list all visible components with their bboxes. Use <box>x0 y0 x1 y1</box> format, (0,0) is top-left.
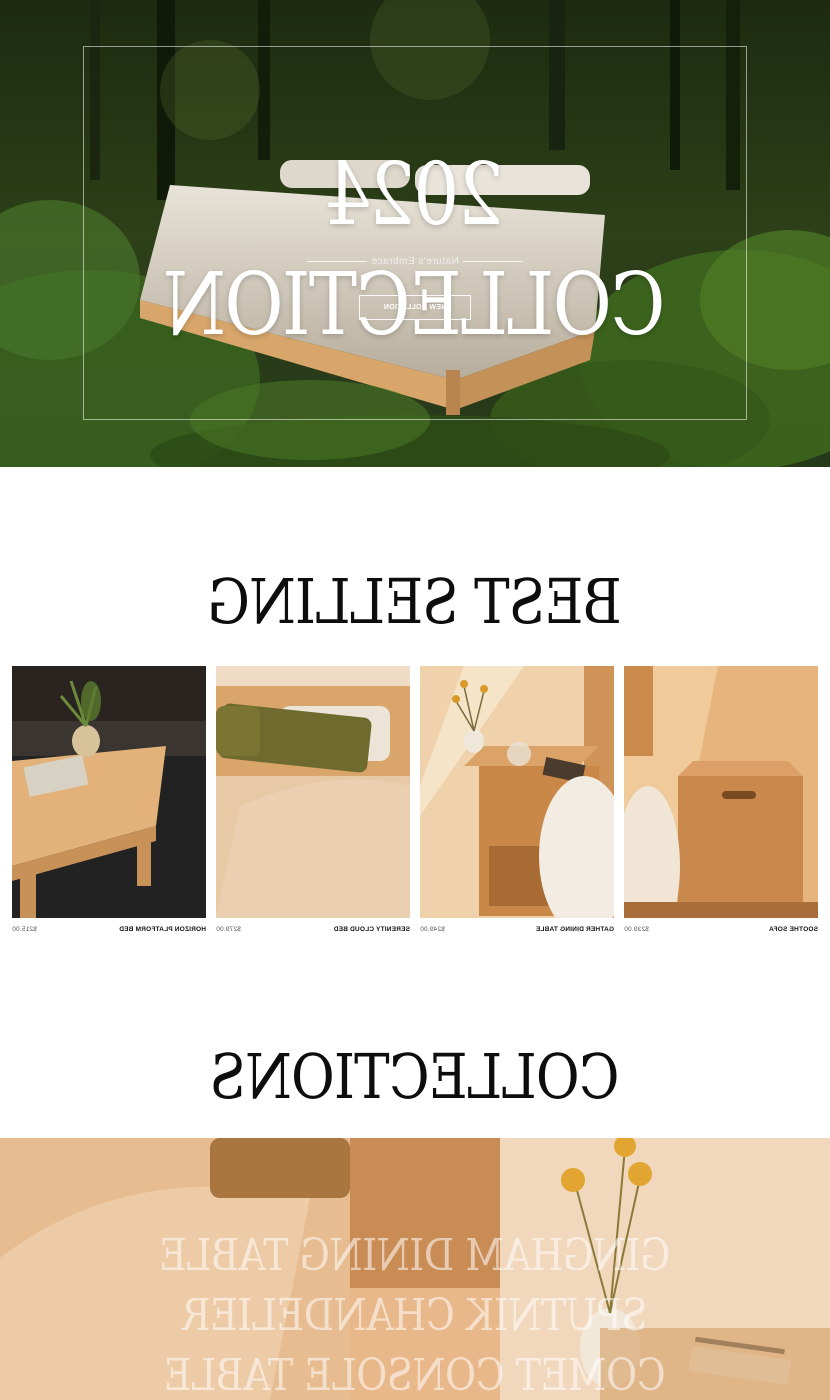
product-card[interactable]: HORIZON PLATFORM BED $215.00 <box>12 666 206 941</box>
collections-title: COLLECTIONS <box>210 1040 620 1113</box>
collection-link[interactable]: GINGHAM DINING TABLE <box>58 1226 772 1286</box>
product-image[interactable] <box>624 666 818 918</box>
collection-link[interactable]: SPUTNIK CHANDELIER <box>58 1286 772 1346</box>
product-card[interactable]: SERENITY CLOUD BED $279.00 <box>216 666 410 941</box>
product-image[interactable] <box>216 666 410 918</box>
product-name[interactable]: HORIZON PLATFORM BED <box>119 926 206 933</box>
collection-links: GINGHAM DINING TABLE SPUTNIK CHANDELIER … <box>0 1226 830 1400</box>
product-name[interactable]: SERENITY CLOUD BED <box>334 926 410 933</box>
product-price: $239.00 <box>624 926 649 933</box>
new-collection-button[interactable]: NEW COLLETION <box>359 295 471 320</box>
subtitle-divider-right <box>307 261 368 262</box>
product-price: $215.00 <box>12 926 37 933</box>
product-name[interactable]: SOOTHE SOFA <box>769 926 818 933</box>
product-card[interactable]: SOOTHE SOFA $239.00 <box>624 666 818 941</box>
collections-banner: GINGHAM DINING TABLE SPUTNIK CHANDELIER … <box>0 1138 830 1400</box>
best-selling-products: SOOTHE SOFA $239.00 GATHER DINING TABLE … <box>12 666 818 941</box>
product-price: $279.00 <box>216 926 241 933</box>
product-name[interactable]: GATHER DINING TABLE <box>536 926 614 933</box>
subtitle-divider-left <box>462 261 523 262</box>
hero-subtitle: Nature's Embrace <box>371 256 459 267</box>
product-image[interactable] <box>420 666 614 918</box>
hero-banner: 2024 COLLECTION Nature's Embrace NEW COL… <box>0 0 830 467</box>
hero-subtitle-row: Nature's Embrace <box>0 256 830 267</box>
best-selling-title: BEST SELLING <box>208 565 622 638</box>
product-price: $249.00 <box>420 926 445 933</box>
hero-title: 2024 COLLECTION <box>164 145 666 355</box>
collection-link[interactable]: COMET CONSOLE TABLE <box>58 1346 772 1400</box>
page: 2024 COLLECTION Nature's Embrace NEW COL… <box>0 0 830 1400</box>
product-card[interactable]: GATHER DINING TABLE $249.00 <box>420 666 614 941</box>
product-image[interactable] <box>12 666 206 918</box>
